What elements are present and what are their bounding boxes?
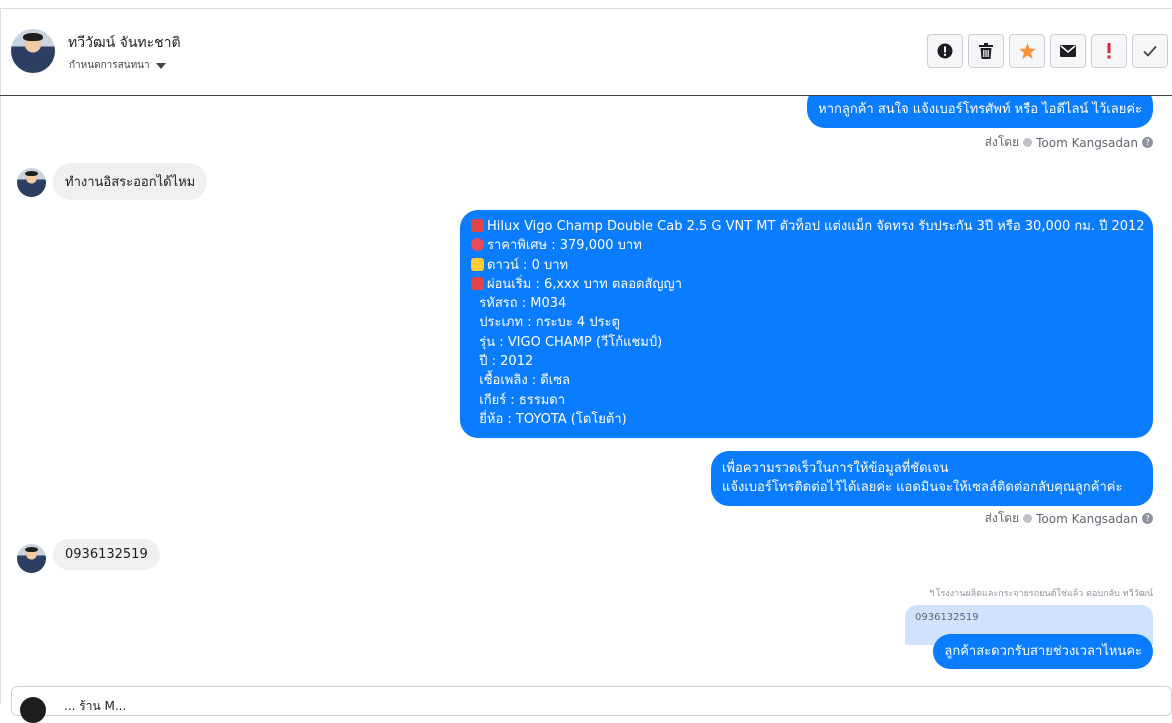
outgoing-message[interactable]: หากลูกค้า สนใจ แจ้งเบอร์โทรศัพท์ หรือ ไอ…: [807, 96, 1153, 128]
envelope-icon: [1060, 45, 1076, 57]
star-emoji-icon: [471, 257, 484, 271]
star-button[interactable]: [1009, 34, 1045, 68]
contact-avatar[interactable]: [11, 29, 55, 73]
outgoing-message[interactable]: ลูกค้าสะดวกรับสายช่วงเวลาไหนคะ: [933, 634, 1153, 670]
message-text: หากลูกค้า สนใจ แจ้งเบอร์โทรศัพท์ หรือ ไอ…: [818, 102, 1142, 117]
sent-by-prefix: ส่งโดย: [984, 135, 1020, 149]
mark-spam-button[interactable]: [927, 34, 963, 68]
composer-text[interactable]: ... ร้าน M...: [64, 697, 126, 716]
listing-price: ราคาพิเศษ : 379,000 บาท: [487, 238, 642, 254]
schedule-dropdown[interactable]: กำหนดการสนทนา: [69, 58, 166, 73]
listing-model: รุ่น : VIGO CHAMP (วีโก้แชมป์): [471, 334, 663, 350]
listing-title: Hilux Vigo Champ Double Cab 2.5 G VNT MT…: [487, 219, 1145, 234]
car-listing-message[interactable]: Hilux Vigo Champ Double Cab 2.5 G VNT MT…: [460, 210, 1153, 439]
contact-avatar[interactable]: [17, 544, 46, 573]
message-list[interactable]: หากลูกค้า สนใจ แจ้งเบอร์โทรศัพท์ หรือ ไอ…: [1, 96, 1172, 686]
incoming-message[interactable]: 0936132519: [53, 539, 160, 570]
mark-done-button[interactable]: [1132, 34, 1168, 68]
star-icon: [1018, 43, 1036, 59]
composer-avatar: [20, 697, 46, 723]
quoted-text: 0936132519: [915, 612, 979, 623]
listing-down: ดาวน์ : 0 บาท: [487, 257, 569, 273]
listing-code: รหัสรถ : M034: [471, 296, 567, 312]
mark-unread-button[interactable]: [1050, 34, 1086, 68]
agent-name[interactable]: Toom Kangsadan: [1036, 512, 1138, 526]
pin-icon: [471, 238, 484, 252]
exclamation-circle-icon: [937, 43, 953, 59]
caret-down-icon: [155, 62, 166, 69]
agent-dot-icon: [1023, 514, 1033, 523]
message-text: ลูกค้าสะดวกรับสายช่วงเวลาไหนคะ: [944, 644, 1142, 659]
check-icon: [1143, 45, 1157, 57]
listing-down-line: ดาวน์ : 0 บาท: [471, 256, 1142, 275]
listing-gear: เกียร์ : ธรรมดา: [471, 392, 566, 408]
sent-by-label: ส่งโดย Toom Kangsadan ?: [985, 133, 1153, 152]
car-icon: [471, 276, 484, 290]
message-composer[interactable]: ... ร้าน M...: [11, 686, 1172, 723]
listing-brand: ยี่ห้อ : TOYOTA (โตโยต้า): [471, 411, 627, 427]
sent-by-label: ส่งโดย Toom Kangsadan ?: [985, 509, 1153, 528]
outgoing-message[interactable]: เพื่อความรวดเร็วในการให้ข้อมูลที่ชัดเจน …: [711, 451, 1153, 506]
listing-fuel: เชื้อเพลิง : ดีเซล: [471, 373, 570, 389]
sent-by-prefix: ส่งโดย: [984, 511, 1020, 525]
agent-dot-icon: [1023, 138, 1033, 147]
schedule-label: กำหนดการสนทนา: [69, 60, 150, 71]
listing-title-line: Hilux Vigo Champ Double Cab 2.5 G VNT MT…: [471, 217, 1145, 236]
message-text: 0936132519: [65, 547, 148, 562]
message-text: ทำงานอิสระออกได้ไหม: [65, 175, 196, 190]
trash-icon: [979, 43, 993, 59]
contact-name[interactable]: ทวีวัฒน์ จันทะชาติ: [68, 32, 181, 54]
listing-price-line: ราคาพิเศษ : 379,000 บาท: [471, 236, 1142, 255]
reply-note-text: โรงงานผลิตและกระจายรถยนต์ใช่แล้ว ตอบกลับ…: [935, 589, 1153, 599]
message-line: แจ้งเบอร์โทรติดต่อไว้ได้เลยค่ะ แอดมินจะใ…: [722, 480, 1123, 496]
help-icon[interactable]: ?: [1142, 137, 1153, 148]
listing-year: ปี : 2012: [471, 354, 534, 370]
header-toolbar: [927, 34, 1168, 68]
listing-type: ประเภท : กระบะ 4 ประตู: [471, 315, 620, 331]
reply-context-note: ↰โรงงานผลิตและกระจายรถยนต์ใช่แล้ว ตอบกลั…: [928, 586, 1153, 600]
listing-installment: ผ่อนเริ่ม : 6,xxx บาท ตลอดสัญญา: [487, 276, 682, 292]
message-line: เพื่อความรวดเร็วในการให้ข้อมูลที่ชัดเจน: [722, 461, 949, 476]
conversation-header: ทวีวัฒน์ จันทะชาติ กำหนดการสนทนา: [0, 8, 1172, 96]
agent-name[interactable]: Toom Kangsadan: [1036, 136, 1138, 150]
exclamation-icon: [1107, 43, 1111, 59]
incoming-message[interactable]: ทำงานอิสระออกได้ไหม: [53, 163, 208, 200]
delete-button[interactable]: [968, 34, 1004, 68]
listing-installment-line: ผ่อนเริ่ม : 6,xxx บาท ตลอดสัญญา: [471, 275, 1142, 294]
car-icon: [471, 219, 484, 232]
help-icon[interactable]: ?: [1142, 513, 1153, 524]
contact-avatar[interactable]: [17, 168, 46, 197]
mark-important-button[interactable]: [1091, 34, 1127, 68]
reply-arrow-icon: ↰: [928, 589, 936, 599]
